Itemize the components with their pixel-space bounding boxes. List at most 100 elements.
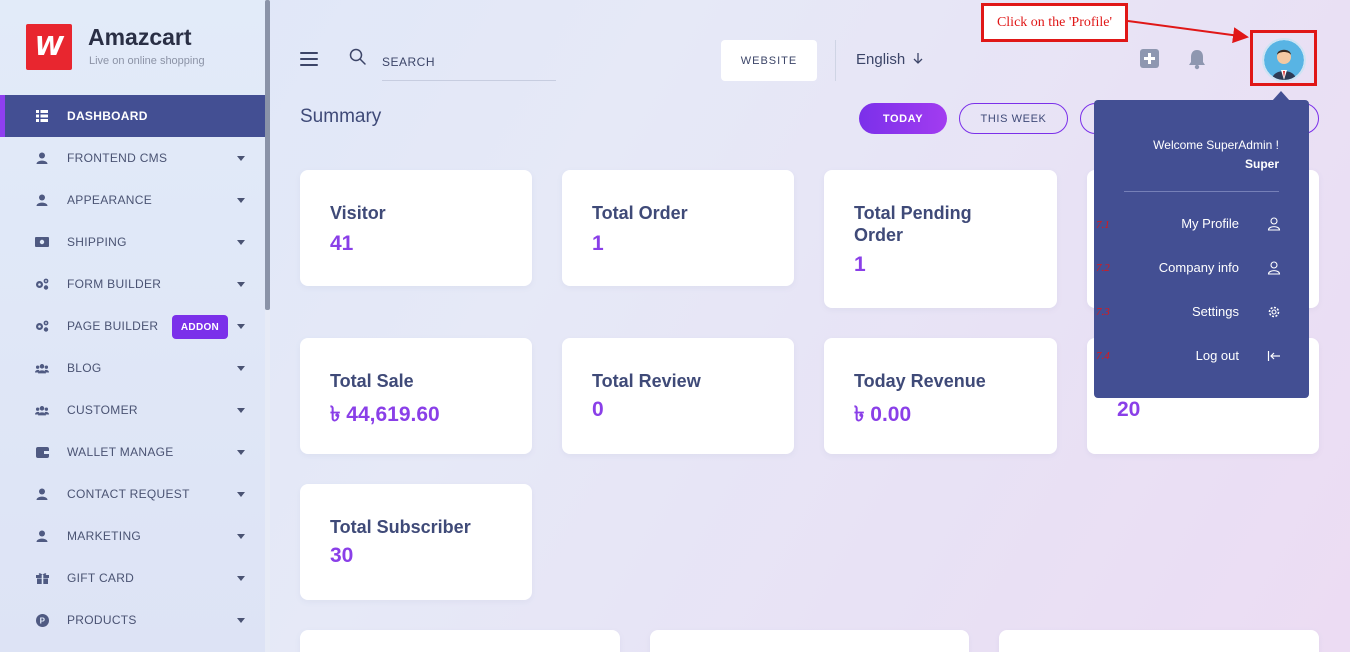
user-name: Super	[1244, 157, 1279, 171]
sidebar-item-marketing[interactable]: MARKETING	[0, 515, 265, 557]
bell-icon[interactable]	[1186, 48, 1208, 70]
card-title: Total Order	[592, 203, 688, 223]
sidebar-item-label: SHIPPING	[67, 235, 127, 249]
profile-avatar[interactable]	[1262, 38, 1306, 82]
addon-badge: ADDON	[172, 315, 228, 339]
stat-card-total-order: Total Order 1	[562, 170, 794, 286]
sidebar-scrollbar[interactable]	[265, 0, 270, 310]
gear-icon	[1267, 305, 1281, 319]
chevron-down-icon	[237, 281, 245, 287]
stat-card-total-review: Total Review 0	[562, 338, 794, 454]
gears-icon	[35, 319, 49, 333]
sidebar-item-customer[interactable]: CUSTOMER	[0, 389, 265, 431]
menu-item-label: Company info	[1158, 260, 1239, 275]
stat-card-total-sale: Total Sale ৳ 44,619.60	[300, 338, 532, 454]
menu-item-log-out[interactable]: Log out	[1094, 344, 1309, 368]
sidebar-item-dashboard[interactable]: DASHBOARD	[0, 95, 265, 137]
sidebar: W Amazcart Live on online shopping DASHB…	[0, 0, 265, 652]
website-button[interactable]: WEBSITE	[721, 40, 817, 81]
card-title: Total Sale	[330, 371, 414, 391]
panel-card	[650, 630, 969, 652]
language-select[interactable]: English	[856, 51, 924, 68]
brand-tagline: Live on online shopping	[89, 55, 205, 67]
sidebar-item-label: BLOG	[67, 361, 102, 375]
sidebar-item-blog[interactable]: BLOG	[0, 347, 265, 389]
sidebar-item-label: CONTACT REQUEST	[67, 487, 190, 501]
panel-card	[300, 630, 620, 652]
user-outline-icon	[1267, 217, 1281, 231]
divider	[1124, 191, 1279, 192]
sidebar-item-products[interactable]: P PRODUCTS	[0, 599, 265, 641]
summary-title: Summary	[300, 106, 382, 127]
brand-logo: W	[26, 24, 72, 70]
annotation-step-number: 7.3	[1096, 306, 1110, 318]
menu-item-label: Settings	[1192, 304, 1239, 319]
brand-name: Amazcart	[88, 24, 192, 50]
search-input[interactable]	[382, 44, 556, 81]
user-icon	[35, 193, 49, 207]
logout-icon	[1267, 349, 1281, 363]
sidebar-item-label: FRONTEND CMS	[67, 151, 168, 165]
arrow-down-icon	[913, 53, 923, 64]
sidebar-item-page-builder[interactable]: PAGE BUILDER ADDON	[0, 305, 265, 347]
sidebar-item-form-builder[interactable]: FORM BUILDER	[0, 263, 265, 305]
sidebar-item-label: WALLET MANAGE	[67, 445, 174, 459]
menu-toggle-icon[interactable]	[300, 52, 318, 66]
chevron-down-icon	[237, 239, 245, 245]
annotation-step-number: 7.2	[1096, 262, 1110, 274]
sidebar-item-frontend-cms[interactable]: FRONTEND CMS	[0, 137, 265, 179]
menu-item-my-profile[interactable]: My Profile	[1094, 212, 1309, 236]
user-icon	[35, 529, 49, 543]
sidebar-item-contact-request[interactable]: CONTACT REQUEST	[0, 473, 265, 515]
card-value: 0	[592, 398, 604, 421]
card-title: Visitor	[330, 203, 386, 223]
money-icon	[35, 235, 49, 249]
stat-card-visitor: Visitor 41	[300, 170, 532, 286]
menu-item-company-info[interactable]: Company info	[1094, 256, 1309, 280]
users-icon	[35, 403, 49, 417]
chevron-down-icon	[237, 491, 245, 497]
card-value: 20	[1117, 398, 1141, 421]
menu-item-label: My Profile	[1181, 216, 1239, 231]
stat-card-today-revenue: Today Revenue ৳ 0.00	[824, 338, 1057, 454]
user-icon	[35, 151, 49, 165]
chevron-down-icon	[237, 155, 245, 161]
sidebar-item-appearance[interactable]: APPEARANCE	[0, 179, 265, 221]
chevron-down-icon	[237, 365, 245, 371]
sidebar-item-wallet-manage[interactable]: WALLET MANAGE	[0, 431, 265, 473]
sidebar-menu: DASHBOARD FRONTEND CMS APPEARANCE SHIPPI…	[0, 95, 265, 641]
brand[interactable]: W Amazcart Live on online shopping	[26, 24, 246, 72]
chevron-down-icon	[237, 617, 245, 623]
panel-card	[999, 630, 1319, 652]
gift-icon	[35, 571, 49, 585]
card-value: 30	[330, 544, 354, 567]
sidebar-item-label: APPEARANCE	[67, 193, 153, 207]
card-value: 1	[854, 253, 866, 276]
chevron-down-icon	[237, 575, 245, 581]
menu-item-settings[interactable]: Settings	[1094, 300, 1309, 324]
search-icon[interactable]	[349, 48, 367, 66]
user-outline-icon	[1267, 261, 1281, 275]
card-value: 41	[330, 232, 354, 255]
add-new-icon[interactable]	[1140, 49, 1159, 68]
profile-dropdown: Welcome SuperAdmin ! Super My Profile Co…	[1094, 91, 1309, 398]
sidebar-item-label: CUSTOMER	[67, 403, 138, 417]
chevron-down-icon	[237, 323, 245, 329]
card-value: 1	[592, 232, 604, 255]
card-title: Total Review	[592, 371, 701, 391]
svg-text:P: P	[39, 616, 45, 625]
filter-this-week[interactable]: THIS WEEK	[959, 103, 1068, 134]
sidebar-item-shipping[interactable]: SHIPPING	[0, 221, 265, 263]
sidebar-item-label: FORM BUILDER	[67, 277, 162, 291]
welcome-text: Welcome SuperAdmin !	[1153, 138, 1279, 152]
stat-card-total-subscriber: Total Subscriber 30	[300, 484, 532, 600]
chevron-down-icon	[237, 449, 245, 455]
card-title: Today Revenue	[854, 371, 986, 391]
card-title: Total Subscriber	[330, 517, 471, 537]
annotation-step-number: 7.4	[1096, 350, 1110, 362]
filter-today[interactable]: TODAY	[859, 103, 947, 134]
sidebar-item-label: PAGE BUILDER	[67, 319, 159, 333]
language-label: English	[856, 51, 906, 68]
gears-icon	[35, 277, 49, 291]
sidebar-item-gift-card[interactable]: GIFT CARD	[0, 557, 265, 599]
